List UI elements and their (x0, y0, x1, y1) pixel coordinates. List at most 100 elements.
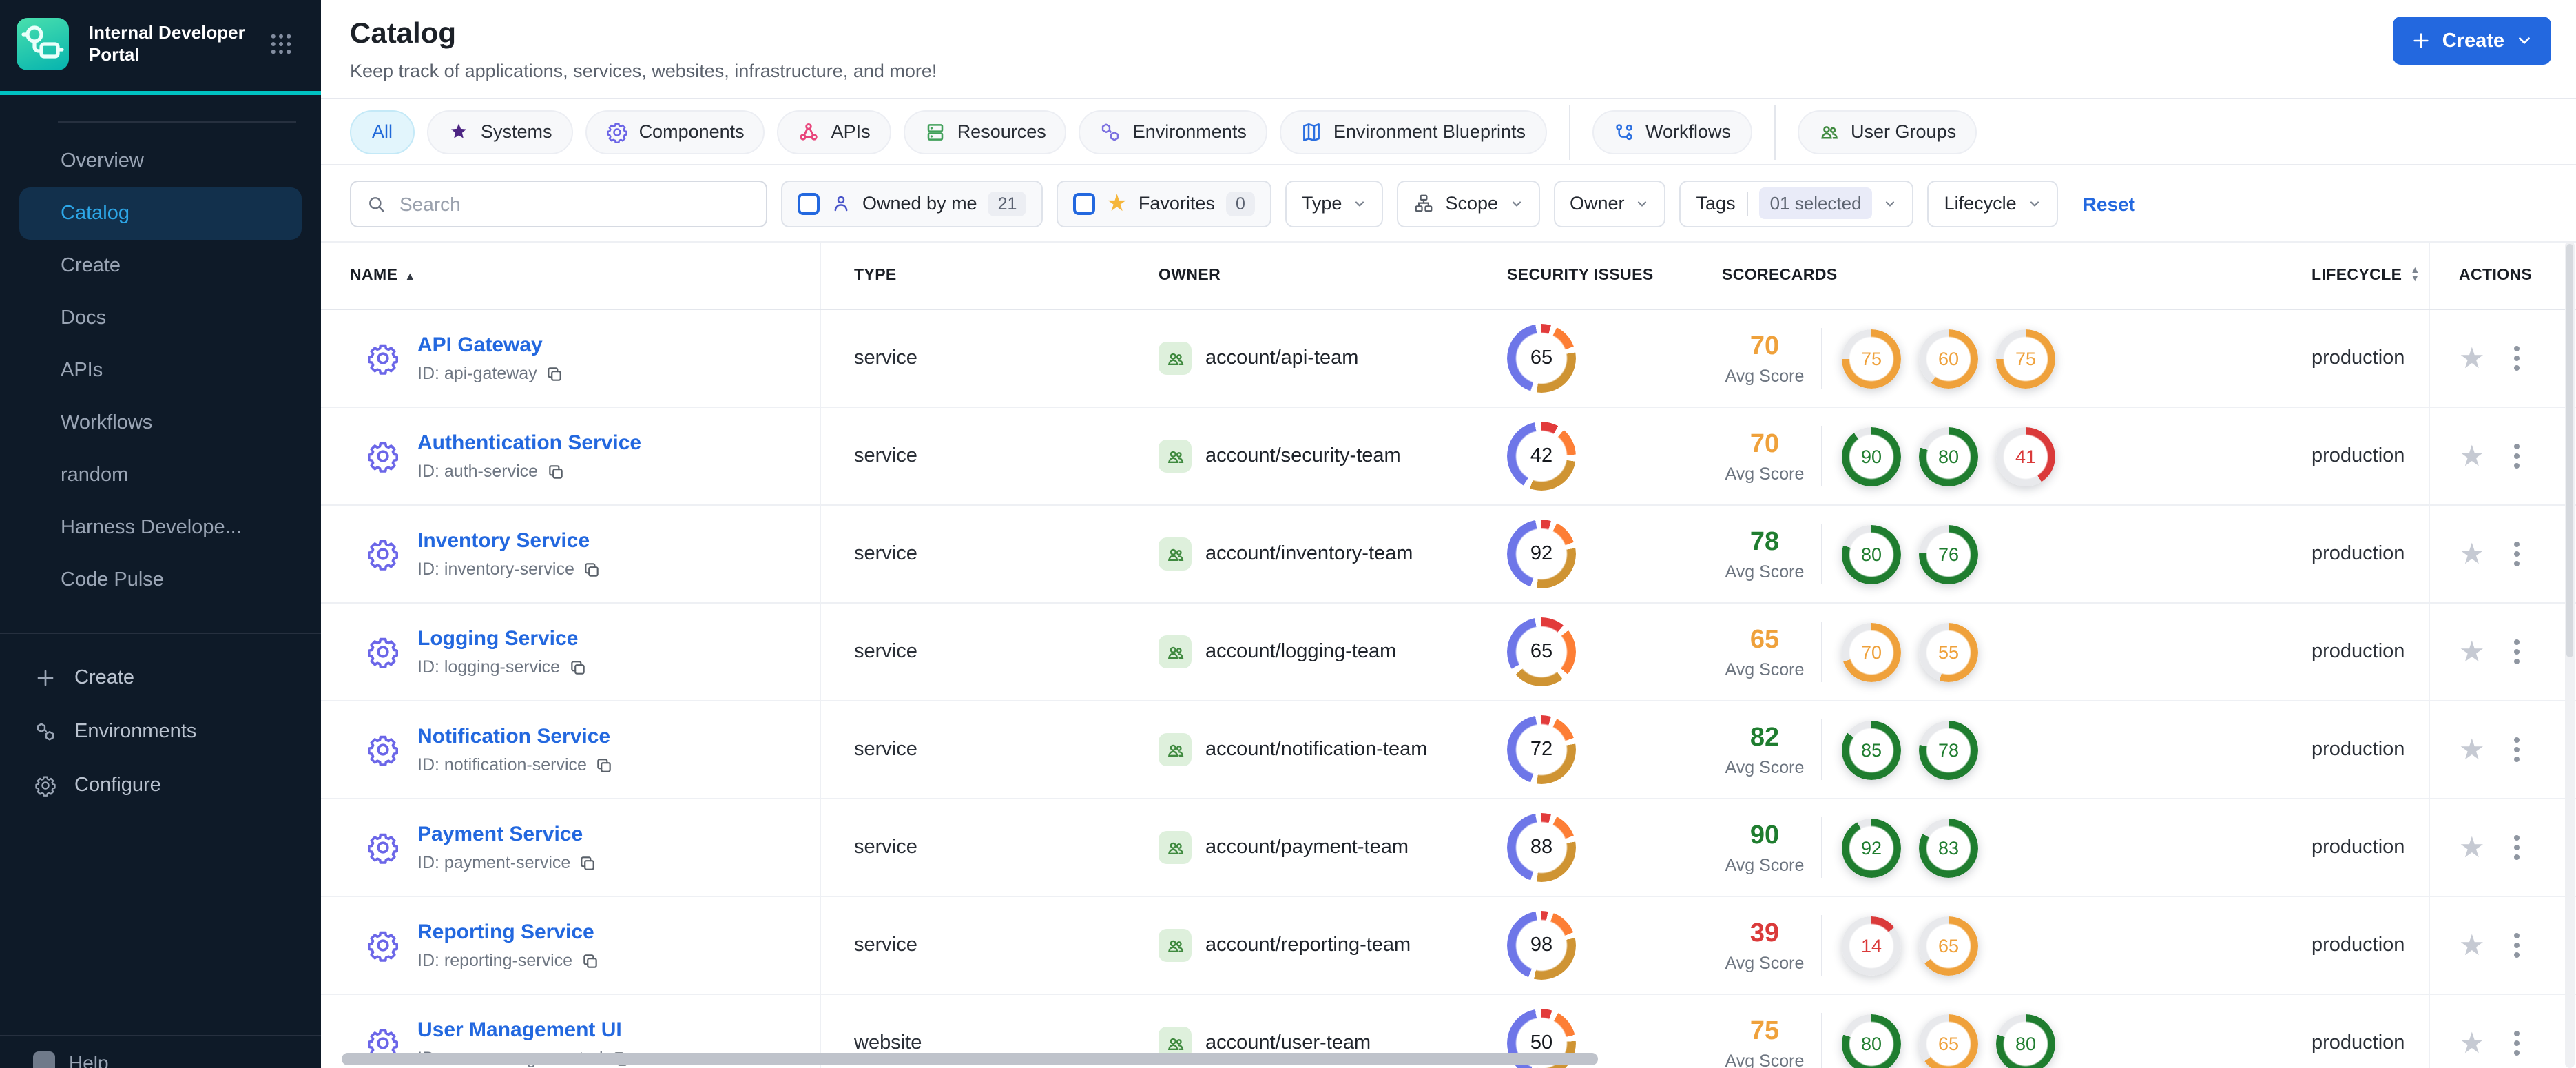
scorecard-ring[interactable]: 78 (1919, 720, 1978, 779)
sidebar-item-create[interactable]: Create (0, 240, 321, 292)
kebab-menu-icon[interactable] (2509, 340, 2525, 376)
lifecycle-filter-dropdown[interactable]: Lifecycle (1927, 180, 2058, 227)
scorecard-ring[interactable]: 90 (1842, 427, 1901, 486)
scorecard-ring[interactable]: 65 (1919, 1014, 1978, 1068)
sidebar-item-workflows[interactable]: Workflows (0, 397, 321, 449)
security-issues-donut[interactable]: 98 (1507, 911, 1576, 980)
tab-systems[interactable]: Systems (427, 110, 573, 154)
sidebar-item-create[interactable]: Create (0, 650, 321, 704)
tab-workflows[interactable]: Workflows (1592, 110, 1752, 154)
component-name-link[interactable]: Payment Service (417, 823, 596, 846)
sidebar-item-docs[interactable]: Docs (0, 292, 321, 345)
favorite-star-icon[interactable]: ★ (2459, 442, 2485, 471)
owner-name[interactable]: account/notification-team (1205, 739, 1427, 761)
kebab-menu-icon[interactable] (2509, 830, 2525, 865)
scorecard-ring[interactable]: 80 (1996, 1014, 2055, 1068)
favorite-star-icon[interactable]: ★ (2459, 735, 2485, 764)
vertical-scrollbar-thumb[interactable] (2566, 244, 2573, 657)
copy-id-icon[interactable] (583, 560, 601, 578)
owner-name[interactable]: account/security-team (1205, 445, 1401, 467)
component-name-link[interactable]: Inventory Service (417, 529, 601, 553)
security-issues-donut[interactable]: 88 (1507, 813, 1576, 882)
horizontal-scrollbar-thumb[interactable] (342, 1053, 1598, 1065)
kebab-menu-icon[interactable] (2509, 438, 2525, 474)
security-issues-donut[interactable]: 42 (1507, 422, 1576, 491)
reset-filters-button[interactable]: Reset (2083, 192, 2135, 214)
owner-name[interactable]: account/user-team (1205, 1032, 1371, 1054)
favorite-star-icon[interactable]: ★ (2459, 540, 2485, 568)
scorecard-ring[interactable]: 14 (1842, 916, 1901, 975)
scorecard-ring[interactable]: 41 (1996, 427, 2055, 486)
scorecard-ring[interactable]: 75 (1842, 329, 1901, 388)
scope-filter-dropdown[interactable]: Scope (1397, 180, 1539, 227)
kebab-menu-icon[interactable] (2509, 634, 2525, 670)
sidebar-item-random[interactable]: random (0, 449, 321, 502)
copy-id-icon[interactable] (546, 462, 564, 480)
copy-id-icon[interactable] (595, 756, 613, 774)
tab-user-groups[interactable]: User Groups (1797, 110, 1977, 154)
owner-filter-dropdown[interactable]: Owner (1553, 180, 1666, 227)
sidebar-item-harness-develope[interactable]: Harness Develope... (0, 502, 321, 554)
sidebar-item-catalog[interactable]: Catalog (19, 187, 302, 240)
component-name-link[interactable]: Logging Service (417, 627, 586, 650)
scorecard-ring[interactable]: 70 (1842, 622, 1901, 681)
favorite-star-icon[interactable]: ★ (2459, 637, 2485, 666)
tab-all[interactable]: All (350, 110, 415, 154)
type-filter-dropdown[interactable]: Type (1285, 180, 1384, 227)
favorites-checkbox[interactable] (1073, 192, 1096, 214)
scorecard-ring[interactable]: 80 (1919, 427, 1978, 486)
scorecard-ring[interactable]: 55 (1919, 622, 1978, 681)
owner-name[interactable]: account/api-team (1205, 347, 1358, 369)
owned-by-me-filter[interactable]: Owned by me 21 (781, 180, 1043, 227)
create-button[interactable]: Create (2392, 17, 2551, 65)
favorite-star-icon[interactable]: ★ (2459, 833, 2485, 862)
owner-name[interactable]: account/inventory-team (1205, 543, 1413, 565)
owner-name[interactable]: account/payment-team (1205, 836, 1409, 859)
security-issues-donut[interactable]: 65 (1507, 617, 1576, 686)
sidebar-item-help[interactable]: Help (33, 1051, 321, 1068)
app-switcher-icon[interactable] (269, 32, 293, 57)
sidebar-item-apis[interactable]: APIs (0, 345, 321, 397)
copy-id-icon[interactable] (546, 364, 563, 382)
search-box[interactable] (350, 180, 767, 227)
sidebar-item-code-pulse[interactable]: Code Pulse (0, 554, 321, 606)
kebab-menu-icon[interactable] (2509, 732, 2525, 768)
component-name-link[interactable]: Notification Service (417, 725, 613, 748)
tags-filter-dropdown[interactable]: Tags 01 selected (1679, 180, 1914, 227)
tab-environments[interactable]: Environments (1079, 110, 1267, 154)
favorite-star-icon[interactable]: ★ (2459, 1029, 2485, 1058)
copy-id-icon[interactable] (581, 952, 599, 969)
component-name-link[interactable]: User Management UI (417, 1018, 630, 1042)
search-input[interactable] (397, 191, 751, 216)
column-header-name[interactable]: NAME ▲ (321, 243, 821, 309)
copy-id-icon[interactable] (568, 658, 586, 676)
scorecard-ring[interactable]: 80 (1842, 1014, 1901, 1068)
tab-environment-blueprints[interactable]: Environment Blueprints (1279, 110, 1546, 154)
sidebar-item-overview[interactable]: Overview (0, 135, 321, 187)
scorecard-ring[interactable]: 75 (1996, 329, 2055, 388)
scorecard-ring[interactable]: 92 (1842, 818, 1901, 877)
component-name-link[interactable]: API Gateway (417, 333, 563, 357)
sidebar-item-environments[interactable]: Environments (0, 704, 321, 758)
tab-resources[interactable]: Resources (903, 110, 1067, 154)
scorecard-ring[interactable]: 60 (1919, 329, 1978, 388)
security-issues-donut[interactable]: 92 (1507, 520, 1576, 588)
copy-id-icon[interactable] (579, 854, 596, 872)
app-logo[interactable] (17, 18, 69, 70)
tab-apis[interactable]: APIs (777, 110, 891, 154)
owned-by-me-checkbox[interactable] (798, 192, 820, 214)
component-name-link[interactable]: Authentication Service (417, 431, 641, 455)
favorite-star-icon[interactable]: ★ (2459, 931, 2485, 960)
sidebar-item-configure[interactable]: Configure (0, 758, 321, 812)
favorites-filter[interactable]: ★ Favorites 0 (1057, 180, 1271, 227)
kebab-menu-icon[interactable] (2509, 536, 2525, 572)
security-issues-donut[interactable]: 72 (1507, 715, 1576, 784)
favorite-star-icon[interactable]: ★ (2459, 344, 2485, 373)
vertical-scrollbar[interactable] (2565, 241, 2575, 1068)
kebab-menu-icon[interactable] (2509, 927, 2525, 963)
owner-name[interactable]: account/reporting-team (1205, 934, 1411, 956)
kebab-menu-icon[interactable] (2509, 1025, 2525, 1061)
scorecard-ring[interactable]: 80 (1842, 524, 1901, 584)
security-issues-donut[interactable]: 65 (1507, 324, 1576, 393)
owner-name[interactable]: account/logging-team (1205, 641, 1396, 663)
